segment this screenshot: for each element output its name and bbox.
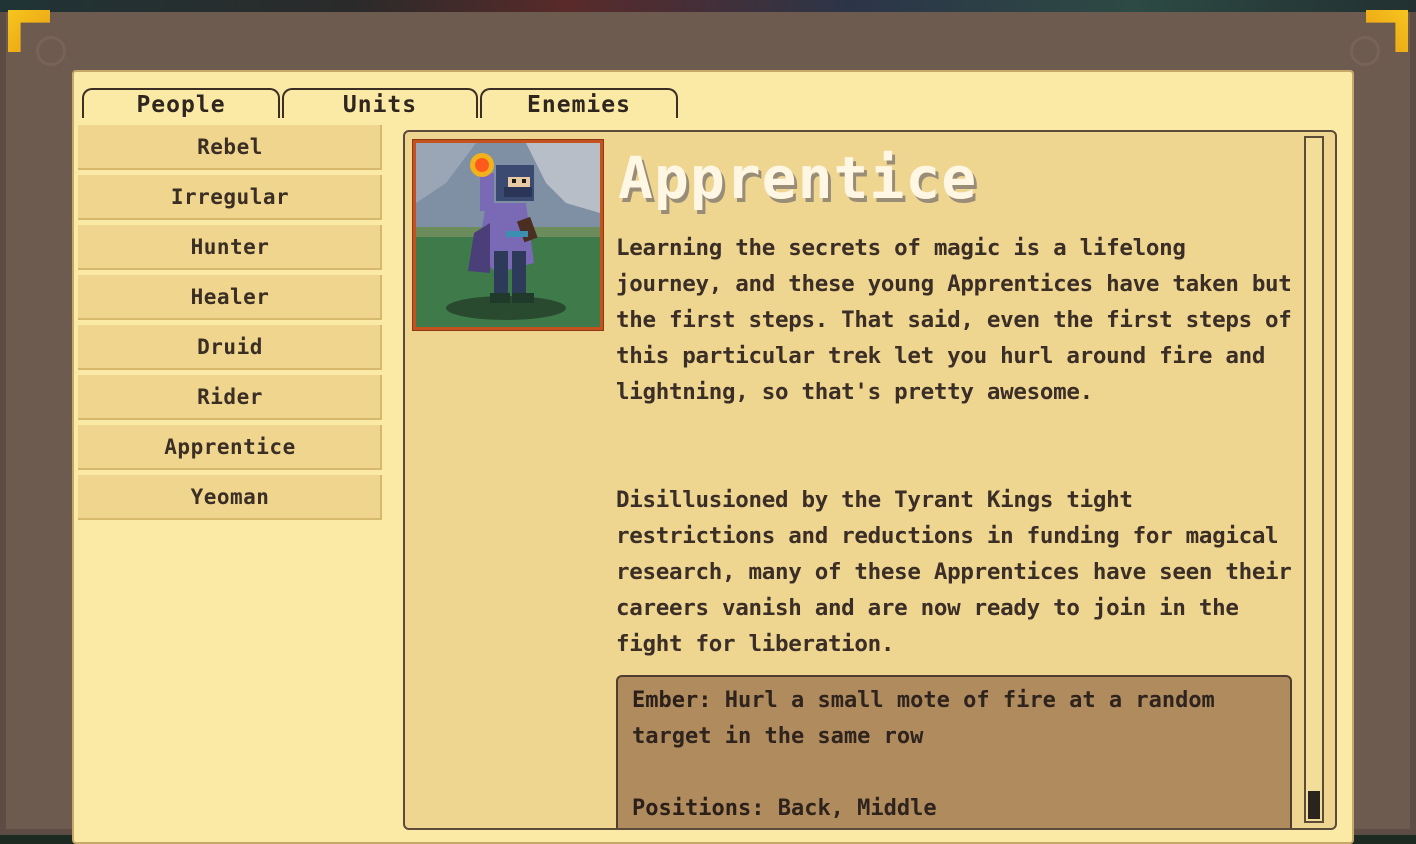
sidebar-item-healer[interactable]: Healer [78,275,382,320]
positions-line: Positions: Back, Middle [632,791,1276,827]
sidebar-item-hunter[interactable]: Hunter [78,225,382,270]
apprentice-portrait-image [416,143,600,327]
ability-line: Ember: Hurl a small mote of fire at a ra… [632,683,1276,755]
detail-panel: Apprentice Learning the secrets of magic… [403,130,1337,830]
sidebar-item-irregular[interactable]: Irregular [78,175,382,220]
scroll-thumb[interactable] [1308,791,1320,819]
ability-box: Ember: Hurl a small mote of fire at a ra… [616,675,1292,828]
unit-title: Apprentice [618,144,978,212]
unit-portrait [413,140,603,330]
knot-ornament-icon [36,36,66,66]
sidebar-item-druid[interactable]: Druid [78,325,382,370]
unit-description-2: Disillusioned by the Tyrant Kings tight … [616,487,1292,657]
background-strip [0,0,1416,12]
positions-label: Positions: [632,796,765,821]
sidebar-item-rebel[interactable]: Rebel [78,125,382,170]
sidebar-item-yeoman[interactable]: Yeoman [78,475,382,520]
knot-ornament-icon [1350,36,1380,66]
vertical-scrollbar[interactable] [1304,136,1324,823]
sidebar-item-apprentice[interactable]: Apprentice [78,425,382,470]
positions-value: Back, Middle [777,796,937,821]
tab-enemies[interactable]: Enemies [480,88,678,118]
tab-people[interactable]: People [82,88,280,118]
ability-name: Ember: [632,688,712,713]
tab-units[interactable]: Units [282,88,478,118]
sidebar-item-rider[interactable]: Rider [78,375,382,420]
unit-description-1: Learning the secrets of magic is a lifel… [616,235,1292,405]
ability-text: Hurl a small mote of fire at a random ta… [632,688,1215,749]
